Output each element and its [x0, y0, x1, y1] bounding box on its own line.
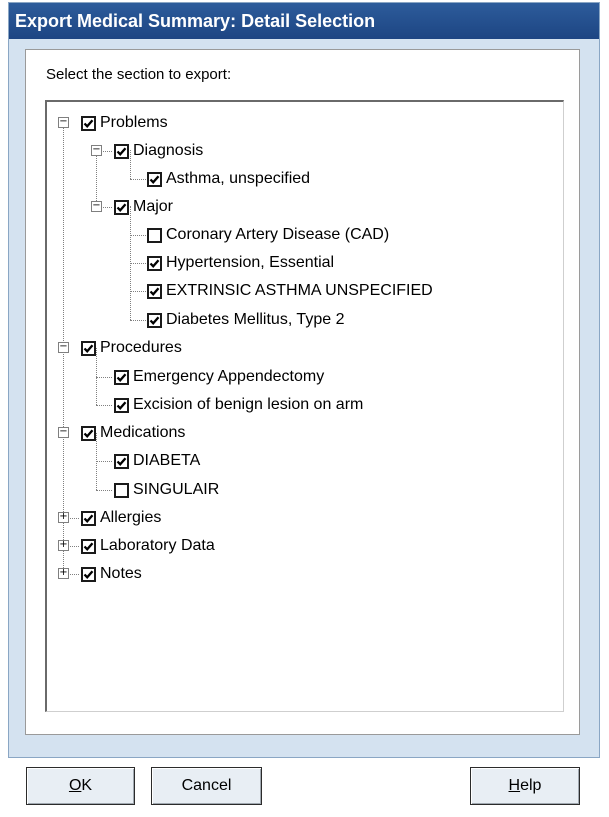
collapse-problems-icon[interactable]: − — [58, 117, 69, 128]
diabetes-checkbox-icon[interactable] — [147, 312, 162, 328]
cad-checkbox-icon[interactable] — [147, 227, 162, 243]
tree-item-laboratory-data[interactable]: Laboratory Data — [81, 535, 215, 557]
expand-allergies-icon[interactable]: + — [58, 512, 69, 523]
problems-checkbox-icon[interactable] — [81, 115, 96, 131]
asthma-unspecified-checkbox-icon[interactable] — [147, 171, 162, 187]
tree-item-diabeta[interactable]: DIABETA — [114, 450, 200, 472]
tree-item-label: Hypertension, Essential — [166, 254, 335, 271]
tree-hline — [130, 263, 146, 264]
tree-hline — [96, 377, 112, 378]
tree-item-cad[interactable]: Coronary Artery Disease (CAD) — [147, 224, 389, 246]
allergies-checkbox-icon[interactable] — [81, 510, 96, 526]
tree-hline — [130, 179, 146, 180]
tree-item-label: SINGULAIR — [133, 481, 220, 498]
dialog-title: Export Medical Summary: Detail Selection — [9, 3, 599, 39]
tree-hline — [130, 291, 146, 292]
diagnosis-checkbox-icon[interactable] — [114, 143, 129, 159]
ok-label: K — [81, 777, 93, 794]
notes-checkbox-icon[interactable] — [81, 566, 96, 582]
excision-checkbox-icon[interactable] — [114, 397, 129, 413]
procedures-checkbox-icon[interactable] — [81, 340, 96, 356]
collapse-procedures-icon[interactable]: − — [58, 342, 69, 353]
collapse-diagnosis-icon[interactable]: − — [91, 145, 102, 156]
diabeta-checkbox-icon[interactable] — [114, 453, 129, 469]
tree-item-extrinsic-asthma[interactable]: EXTRINSIC ASTHMA UNSPECIFIED — [147, 280, 433, 302]
tree-item-label: Allergies — [100, 509, 162, 526]
tree-item-label: Major — [133, 198, 174, 215]
tree-item-label: Coronary Artery Disease (CAD) — [166, 226, 390, 243]
extrinsic-asthma-checkbox-icon[interactable] — [147, 283, 162, 299]
tree-item-notes[interactable]: Notes — [81, 563, 142, 585]
tree-hline — [96, 405, 112, 406]
tree-item-label: DIABETA — [133, 452, 201, 469]
tree-item-hypertension[interactable]: Hypertension, Essential — [147, 252, 334, 274]
tree-guide-problems — [96, 150, 97, 207]
tree-item-diabetes[interactable]: Diabetes Mellitus, Type 2 — [147, 309, 344, 331]
tree-item-asthma-unspecified[interactable]: Asthma, unspecified — [147, 168, 310, 190]
tree-item-label: Laboratory Data — [100, 537, 215, 554]
hypertension-checkbox-icon[interactable] — [147, 255, 162, 271]
tree-item-medications[interactable]: Medications — [81, 422, 185, 444]
tree-guide-root — [63, 122, 64, 345]
expand-notes-icon[interactable]: + — [58, 568, 69, 579]
major-checkbox-icon[interactable] — [114, 199, 129, 215]
tree-item-label: Medications — [100, 424, 186, 441]
tree-item-label: Diagnosis — [133, 142, 204, 159]
tree-item-label: Notes — [100, 565, 142, 582]
collapse-medications-icon[interactable]: − — [58, 427, 69, 438]
appendectomy-checkbox-icon[interactable] — [114, 369, 129, 385]
selection-prompt: Select the section to export: — [46, 66, 232, 83]
help-mnemonic: H — [508, 777, 521, 794]
tree-item-label: Procedures — [100, 339, 182, 356]
tree-guide-root-2 — [63, 344, 64, 429]
tree-item-major[interactable]: Major — [114, 196, 173, 218]
singulair-checkbox-icon[interactable] — [114, 482, 129, 498]
tree-item-singulair[interactable]: SINGULAIR — [114, 479, 219, 501]
tree-hline — [130, 320, 146, 321]
tree-item-procedures[interactable]: Procedures — [81, 337, 182, 359]
tree-item-appendectomy[interactable]: Emergency Appendectomy — [114, 366, 324, 388]
ok-button[interactable]: OK — [26, 767, 135, 805]
tree-hline — [96, 490, 112, 491]
tree-item-label: Excision of benign lesion on arm — [133, 396, 364, 413]
tree-item-diagnosis[interactable]: Diagnosis — [114, 140, 203, 162]
tree-hline — [96, 461, 112, 462]
tree-item-excision[interactable]: Excision of benign lesion on arm — [114, 394, 363, 416]
medications-checkbox-icon[interactable] — [81, 425, 96, 441]
tree-item-label: Emergency Appendectomy — [133, 368, 325, 385]
cancel-button[interactable]: Cancel — [151, 767, 262, 805]
tree-item-label: Problems — [100, 114, 168, 131]
help-button[interactable]: Help — [470, 767, 580, 805]
tree-item-allergies[interactable]: Allergies — [81, 507, 161, 529]
expand-laboratory-data-icon[interactable]: + — [58, 540, 69, 551]
tree-item-label: Asthma, unspecified — [166, 170, 311, 187]
help-label: elp — [520, 777, 542, 794]
tree-item-label: EXTRINSIC ASTHMA UNSPECIFIED — [166, 282, 433, 299]
collapse-major-icon[interactable]: − — [91, 201, 102, 212]
ok-mnemonic: O — [68, 777, 82, 794]
tree-item-label: Diabetes Mellitus, Type 2 — [166, 311, 345, 328]
selection-panel: Select the section to export: − Problems… — [25, 49, 580, 735]
tree-item-problems[interactable]: Problems — [81, 112, 168, 134]
laboratory-data-checkbox-icon[interactable] — [81, 538, 96, 554]
export-dialog: Export Medical Summary: Detail Selection… — [8, 2, 600, 805]
section-tree[interactable]: − Problems − Diagnosis Asthma, unspecified − M… — [45, 100, 564, 712]
tree-hline — [130, 235, 146, 236]
